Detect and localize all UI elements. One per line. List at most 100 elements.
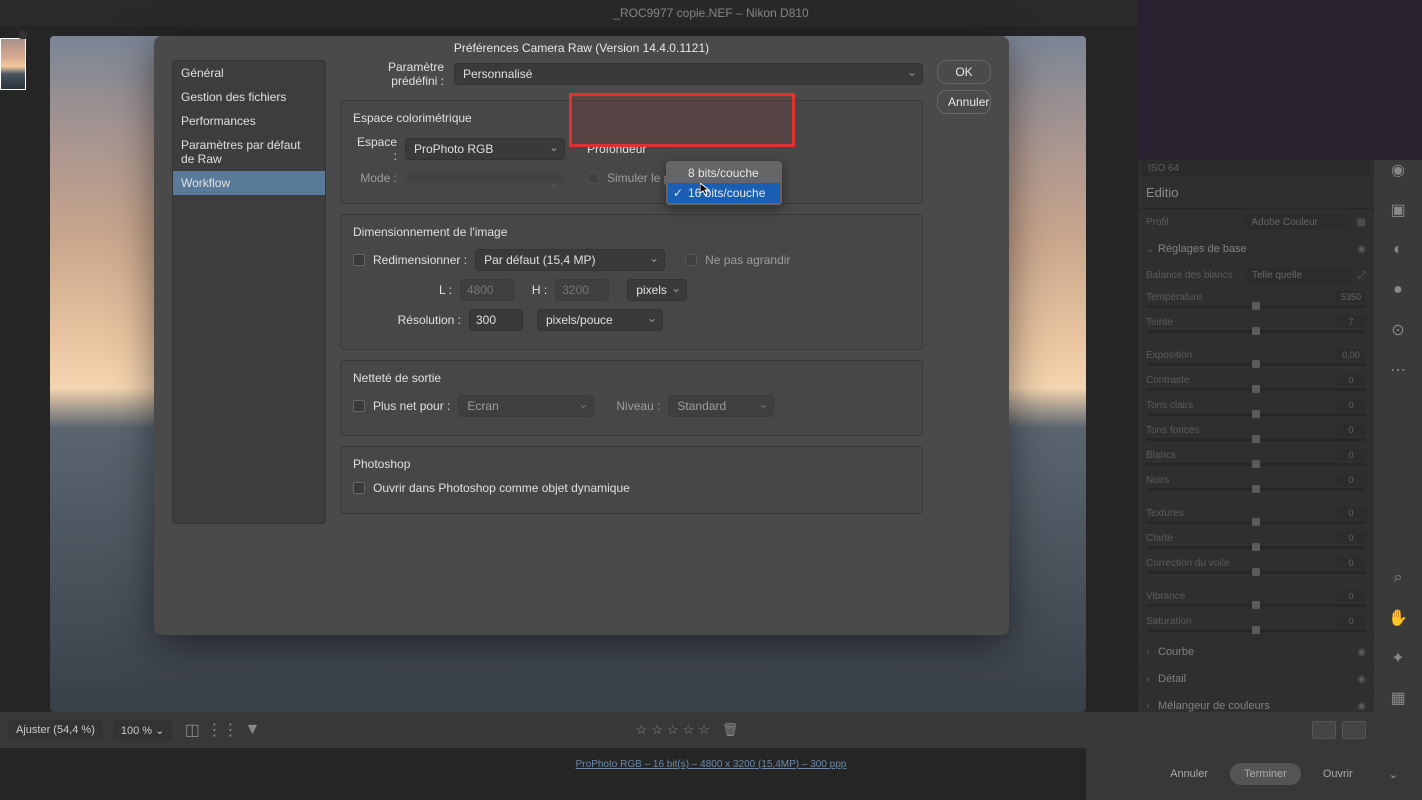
eye-icon[interactable]: ◉ (1357, 701, 1366, 712)
view-single[interactable] (1312, 721, 1336, 739)
slider-value[interactable]: 0 (1336, 399, 1366, 411)
slider-value[interactable]: 0 (1336, 374, 1366, 386)
slider-value[interactable]: 0 (1336, 449, 1366, 461)
mask-icon[interactable]: ● (1388, 280, 1408, 300)
done-action[interactable]: Terminer (1230, 763, 1301, 785)
slider-track[interactable] (1146, 438, 1366, 441)
space-label: Espace : (353, 135, 397, 163)
wb-select[interactable]: Telle quelle (1246, 268, 1352, 283)
unit-select[interactable]: pixels (627, 279, 687, 301)
noenlarge-checkbox (685, 254, 697, 266)
slider-track[interactable] (1146, 521, 1366, 524)
sidebar-item[interactable]: Général (173, 61, 325, 85)
sidebar-item[interactable]: Gestion des fichiers (173, 85, 325, 109)
ok-button[interactable]: OK (937, 60, 991, 84)
accordion-header[interactable]: ›Courbe◉ (1138, 639, 1374, 665)
resolution-input[interactable] (469, 309, 523, 331)
view-split[interactable] (1342, 721, 1366, 739)
profile-select[interactable]: Adobe Couleur (1245, 215, 1350, 230)
slider-track[interactable] (1146, 305, 1366, 308)
slider-track[interactable] (1146, 388, 1366, 391)
sort-icon[interactable]: ⋮⋮ (212, 720, 232, 740)
chevron-down-icon: ⌄ (1146, 244, 1158, 255)
slider-value[interactable]: 0 (1336, 507, 1366, 519)
grid-icon[interactable]: ▦ (1388, 688, 1408, 708)
star-icon[interactable]: ☆ (698, 722, 710, 738)
compare-icon[interactable]: ◫ (182, 720, 202, 740)
eye-icon[interactable]: ◉ (1388, 160, 1408, 180)
sidebar-item[interactable]: Paramètres par défaut de Raw (173, 133, 325, 171)
filter-icon[interactable]: ▼ (242, 720, 262, 740)
rating-stars[interactable]: ☆☆☆☆☆ 🗑 (636, 722, 739, 738)
zoom-icon[interactable]: ⌕ (1388, 568, 1408, 588)
slider-track[interactable] (1146, 363, 1366, 366)
slider-value[interactable]: 0 (1336, 615, 1366, 627)
trash-icon[interactable]: 🗑 (722, 722, 739, 738)
slider-value[interactable]: 0 (1336, 474, 1366, 486)
width-input (460, 279, 514, 301)
eye-icon[interactable]: ◉ (1357, 244, 1366, 255)
heal-icon[interactable]: ◐ (1388, 240, 1408, 260)
option-8bit[interactable]: 8 bits/couche (668, 163, 780, 183)
slider-track[interactable] (1146, 571, 1366, 574)
resize-checkbox[interactable] (353, 254, 365, 266)
slider-label: Température (1146, 292, 1330, 303)
height-input (555, 279, 609, 301)
star-icon[interactable]: ☆ (636, 722, 648, 738)
sidebar-item[interactable]: Workflow (173, 171, 325, 195)
slider-value[interactable]: 0 (1336, 532, 1366, 544)
crop-icon[interactable]: ▣ (1388, 200, 1408, 220)
open-action[interactable]: Ouvrir (1309, 763, 1367, 785)
depth-dropdown[interactable]: 8 bits/couche 16 bits/couche (666, 161, 782, 205)
slider-value[interactable]: 0 (1336, 590, 1366, 602)
cancel-button[interactable]: Annuler (937, 90, 991, 114)
eye-icon[interactable]: ◉ (1357, 674, 1366, 685)
redeye-icon[interactable]: ⊙ (1388, 320, 1408, 340)
cancel-action[interactable]: Annuler (1156, 763, 1222, 785)
sharpen-checkbox[interactable] (353, 400, 365, 412)
sampler-icon[interactable]: ✦ (1388, 648, 1408, 668)
preset-select[interactable]: Personnalisé (454, 63, 923, 85)
slider-value[interactable]: 5350 (1336, 291, 1366, 303)
star-icon[interactable]: ☆ (667, 722, 679, 738)
accordion-header[interactable]: ›Détail◉ (1138, 666, 1374, 692)
open-menu[interactable]: ⌄ (1375, 763, 1412, 786)
preferences-sidebar: GénéralGestion des fichiersPerformancesP… (172, 60, 326, 524)
depth-label: Profondeur (587, 142, 646, 156)
eyedropper-icon[interactable]: ⤢ (1358, 270, 1366, 281)
filmstrip-thumbnail[interactable] (0, 38, 26, 90)
slider-track[interactable] (1146, 604, 1366, 607)
slider-label: Clarté (1146, 533, 1330, 544)
resize-select[interactable]: Par défaut (15,4 MP) (475, 249, 665, 271)
smart-object-checkbox[interactable] (353, 482, 365, 494)
fit-zoom[interactable]: Ajuster (54,4 %) (8, 720, 103, 740)
more-icon[interactable]: ⋯ (1388, 360, 1408, 380)
slider-track[interactable] (1146, 488, 1366, 491)
option-16bit[interactable]: 16 bits/couche (668, 183, 780, 203)
slider-value[interactable]: 0,00 (1336, 349, 1366, 361)
slider-value[interactable]: 0 (1336, 557, 1366, 569)
eye-icon[interactable]: ◉ (1357, 647, 1366, 658)
slider-label: Noirs (1146, 475, 1330, 486)
slider-track[interactable] (1146, 629, 1366, 632)
slider-value[interactable]: 0 (1336, 424, 1366, 436)
res-unit-select[interactable]: pixels/pouce (537, 309, 663, 331)
slider-value[interactable]: 7 (1336, 316, 1366, 328)
hand-icon[interactable]: ✋ (1388, 608, 1408, 628)
slider-track[interactable] (1146, 546, 1366, 549)
slider-track[interactable] (1146, 330, 1366, 333)
space-select[interactable]: ProPhoto RGB (405, 138, 565, 160)
slider-label: Correction du voile (1146, 558, 1330, 569)
star-icon[interactable]: ☆ (683, 722, 695, 738)
sidebar-item[interactable]: Performances (173, 109, 325, 133)
zoom-select[interactable]: 100 % ⌄ (113, 720, 172, 741)
grid-icon[interactable]: ▦ (1357, 217, 1366, 228)
edit-tab[interactable]: Editio (1138, 177, 1374, 209)
slider-track[interactable] (1146, 413, 1366, 416)
noenlarge-label: Ne pas agrandir (705, 253, 790, 267)
basic-accordion[interactable]: ⌄ Réglages de base ◉ (1138, 236, 1374, 262)
workflow-link[interactable]: ProPhoto RGB – 16 bit(s) – 4800 x 3200 (… (576, 759, 847, 770)
slider-track[interactable] (1146, 463, 1366, 466)
slider-label: Contraste (1146, 375, 1330, 386)
star-icon[interactable]: ☆ (651, 722, 663, 738)
